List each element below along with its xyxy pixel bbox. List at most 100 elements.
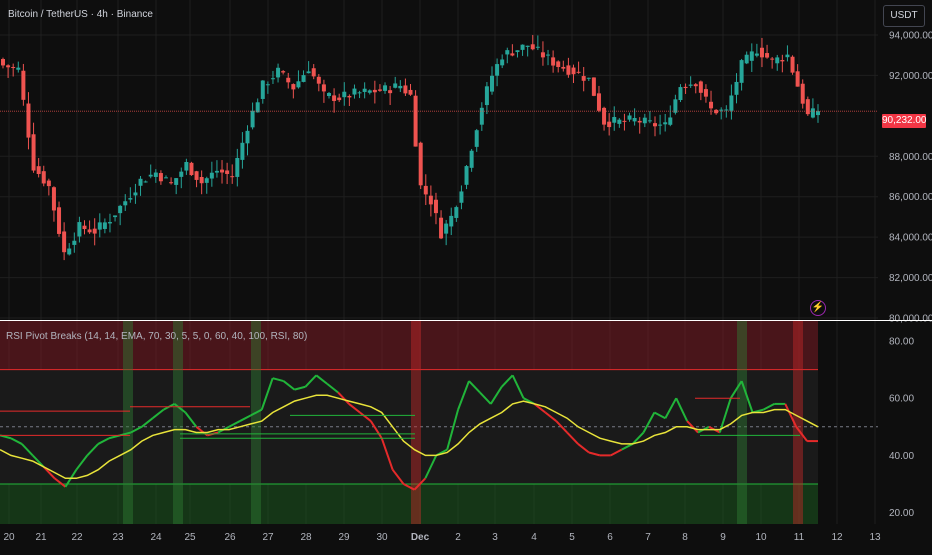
candle-body [16,67,21,70]
candle-body [276,67,281,78]
time-axis-label: 30 [376,532,388,543]
candle-body [31,134,36,171]
candle-body [214,170,219,173]
candle-body [515,50,520,53]
price-axis-label: 92,000.00 [889,71,932,82]
candle-body [113,215,118,218]
candle-body [490,75,494,92]
candle-body [133,192,138,196]
signal-column [173,321,183,524]
candle-body [586,77,591,79]
candle-body [250,110,255,128]
candle-body [759,47,764,58]
candle-body [26,103,31,138]
candle-body [296,81,301,88]
candle-body [816,111,820,116]
candle-body [500,59,505,66]
candle-body [357,92,362,94]
candle-body [377,89,382,91]
candle-body [688,84,693,86]
candle-body [505,50,510,55]
candle-body [291,84,296,90]
pane-separator[interactable] [0,320,932,321]
candle-body [770,58,775,60]
candle-body [164,177,168,179]
candle-body [520,44,525,50]
time-axis-label: 11 [794,532,805,543]
candle-body [510,53,515,56]
rsi-axis-label: 60.00 [889,394,914,405]
candle-body [408,89,413,95]
candle-body [184,162,189,171]
candle-body [92,228,97,234]
time-axis-label: 6 [607,532,613,543]
candle-body [647,120,652,122]
candle-body [439,217,444,239]
candle-body [561,66,566,69]
candle-body [321,84,326,92]
candle-body [734,81,739,95]
rsi-axis-label: 80.00 [889,337,914,348]
candle-body [21,70,26,100]
lightning-icon[interactable]: ⚡ [810,300,826,316]
candle-body [591,77,596,96]
candle-body [6,65,11,68]
candle-body [698,81,703,93]
candle-body [332,95,337,101]
time-axis-label: 13 [869,532,881,543]
time-axis-label: 8 [682,532,688,543]
candle-body [571,67,576,75]
candle-body [118,205,123,214]
candle-body [209,172,214,179]
chart-canvas[interactable]: 94,000.00 92,000.00 88,000.00 86,000.00 84,0… [0,0,932,550]
candle-body [1,59,5,66]
candle-body [729,95,734,111]
candle-body [495,64,500,76]
candle-body [602,107,607,125]
time-axis-label: 23 [112,532,124,543]
candle-body [388,90,393,94]
candle-body [36,166,41,175]
candle-body [780,60,785,62]
candle-body [754,53,759,56]
candle-body [535,46,540,48]
candle-body [632,118,637,122]
candle-body [653,123,657,127]
candle-body [464,166,469,185]
candle-body [102,222,107,229]
candle-body [306,71,311,74]
signal-column [411,321,421,524]
symbol-title: Bitcoin / TetherUS · 4h · Binance [8,9,153,20]
candle-body [270,78,275,80]
indicator-title[interactable]: RSI Pivot Breaks (14, 14, EMA, 70, 30, 5… [6,331,307,342]
candle-body [11,67,16,69]
candle-body [383,85,388,91]
candle-body [123,201,128,206]
candle-body [525,45,530,47]
candle-body [41,171,46,184]
price-axis-label: 84,000.00 [889,233,932,244]
candle-body [204,178,209,183]
time-axis-label: 10 [755,532,767,543]
candle-body [433,199,438,214]
candle-body [765,53,770,58]
time-axis-label: 2 [455,532,461,543]
candle-body [739,60,744,83]
candle-body [800,83,805,104]
candle-body [316,76,321,84]
currency-button[interactable]: USDT [883,5,925,27]
time-axis-label: 28 [300,532,312,543]
time-axis-label: 25 [184,532,196,543]
candle-body [138,178,143,186]
candle-body [413,95,418,147]
trading-chart[interactable]: 94,000.00 92,000.00 88,000.00 86,000.00 84,0… [0,0,932,550]
candle-body [46,180,51,187]
candle-body [342,91,347,98]
candle-body [444,223,449,234]
time-axis-label: 5 [569,532,575,543]
candle-body [663,122,668,125]
candle-body [795,71,800,87]
candle-body [62,231,67,253]
candle-body [265,84,270,86]
candle-body [709,101,714,109]
